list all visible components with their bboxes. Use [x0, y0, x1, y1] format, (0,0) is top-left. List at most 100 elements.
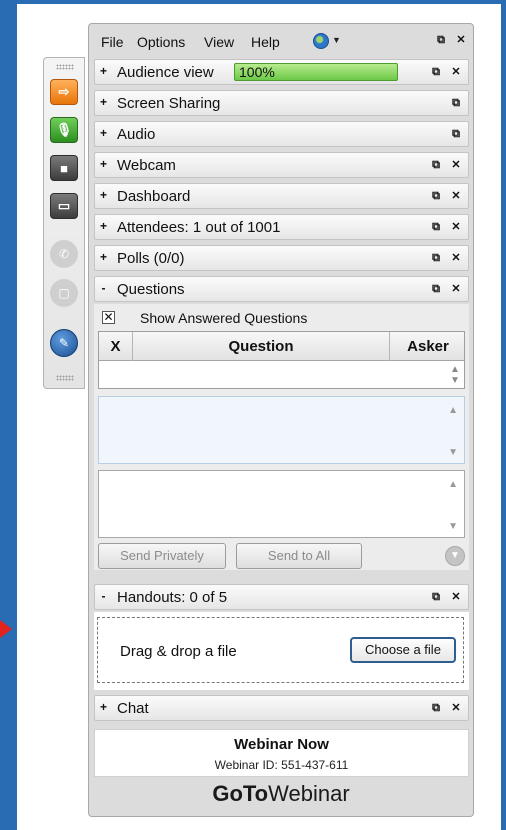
undock-icon[interactable]: ⧉: [430, 66, 442, 78]
handout-dropzone[interactable]: Drag & drop a file Choose a file: [97, 617, 464, 683]
popout-icon[interactable]: ⧉: [435, 34, 447, 46]
section-label: Audience view: [117, 64, 214, 81]
choose-file-button[interactable]: Choose a file: [350, 637, 456, 663]
undock-icon[interactable]: ⧉: [430, 252, 442, 264]
grip-bottom[interactable]: [56, 375, 74, 381]
close-icon[interactable]: ✕: [450, 159, 462, 171]
screen-icon[interactable]: ▭: [50, 193, 78, 219]
brand-logo: GoToWebinar: [89, 781, 473, 807]
column-header-x[interactable]: X: [99, 332, 133, 361]
section-controls: ⧉ ✕: [430, 252, 462, 264]
expand-icon[interactable]: +: [98, 189, 109, 201]
undock-icon[interactable]: ⧉: [430, 702, 442, 714]
microphone-icon[interactable]: 🎙: [50, 117, 78, 143]
expand-icon[interactable]: +: [98, 65, 109, 77]
section-questions[interactable]: - Questions ⧉ ✕: [94, 276, 469, 302]
collapse-icon[interactable]: -: [98, 590, 109, 602]
section-chat[interactable]: + Chat ⧉ ✕: [94, 695, 469, 721]
questions-body: ✕ Show Answered Questions X Question Ask…: [94, 304, 469, 570]
show-answered-checkbox[interactable]: ✕: [102, 311, 115, 324]
close-icon[interactable]: ✕: [450, 66, 462, 78]
answer-input[interactable]: ▲ ▼: [98, 470, 465, 538]
close-icon[interactable]: ✕: [450, 190, 462, 202]
chevron-down-icon[interactable]: ▼: [332, 35, 341, 45]
undock-icon[interactable]: ⧉: [430, 190, 442, 202]
close-icon[interactable]: ✕: [450, 221, 462, 233]
control-panel: File Options View Help ▼ ⧉ ✕ + Audience …: [88, 23, 474, 817]
scroll-down-icon[interactable]: ▼: [448, 447, 458, 458]
column-header-question[interactable]: Question: [133, 332, 390, 361]
section-dashboard[interactable]: + Dashboard ⧉ ✕: [94, 183, 469, 209]
handouts-body: Drag & drop a file Choose a file: [94, 612, 469, 690]
expand-icon[interactable]: +: [98, 96, 109, 108]
send-options-icon[interactable]: ▼: [445, 546, 465, 566]
webcam-icon[interactable]: ■: [50, 155, 78, 181]
send-privately-button[interactable]: Send Privately: [98, 543, 226, 569]
chat-icon[interactable]: ▢: [50, 279, 78, 307]
close-icon[interactable]: ✕: [455, 34, 467, 46]
grip-top[interactable]: [56, 64, 74, 70]
close-icon[interactable]: ✕: [450, 702, 462, 714]
section-controls: ⧉ ✕: [430, 66, 462, 78]
close-icon[interactable]: ✕: [450, 283, 462, 295]
undock-icon[interactable]: ⧉: [430, 591, 442, 603]
section-label: Attendees: 1 out of 1001: [117, 219, 281, 236]
section-label: Handouts: 0 of 5: [117, 589, 228, 606]
grab-tab[interactable]: ⇨ 🎙 ■ ▭ ✆ ▢ ✎: [43, 57, 85, 389]
section-polls[interactable]: + Polls (0/0) ⧉ ✕: [94, 245, 469, 271]
section-label: Audio: [117, 126, 156, 143]
section-audience-view[interactable]: + Audience view 100% ⧉ ✕: [94, 59, 469, 85]
expand-icon[interactable]: +: [98, 251, 109, 263]
expand-icon[interactable]: +: [98, 158, 109, 170]
section-audio[interactable]: + Audio ⧉: [94, 121, 469, 147]
questions-table: X Question Asker ▲ ▼: [98, 331, 465, 389]
section-controls: ⧉ ✕: [430, 591, 462, 603]
undock-icon[interactable]: ⧉: [430, 221, 442, 233]
expand-icon[interactable]: +: [98, 220, 109, 232]
expand-icon[interactable]: +: [98, 701, 109, 713]
menu-view[interactable]: View: [204, 34, 234, 50]
section-controls: ⧉: [450, 128, 462, 140]
menu-help[interactable]: Help: [251, 34, 280, 50]
scroll-down-icon[interactable]: ▼: [448, 521, 458, 532]
scroll-up-icon[interactable]: ▲: [448, 479, 458, 490]
menu-file[interactable]: File: [101, 34, 124, 50]
undock-icon[interactable]: ⧉: [450, 128, 462, 140]
section-label: Polls (0/0): [117, 250, 185, 267]
section-handouts[interactable]: - Handouts: 0 of 5 ⧉ ✕: [94, 584, 469, 610]
progress-text: 100%: [239, 64, 275, 80]
arrow-right-icon[interactable]: ⇨: [50, 79, 78, 105]
section-screen-sharing[interactable]: + Screen Sharing ⧉: [94, 90, 469, 116]
section-label: Questions: [117, 281, 185, 298]
webinar-title: Webinar Now: [234, 736, 329, 753]
answer-display-area[interactable]: ▲ ▼: [98, 396, 465, 464]
brand-part1: GoTo: [212, 781, 269, 806]
send-to-all-button[interactable]: Send to All: [236, 543, 362, 569]
scroll-up-icon[interactable]: ▲: [449, 365, 461, 375]
section-controls: ⧉ ✕: [430, 221, 462, 233]
questions-table-header: X Question Asker: [99, 332, 464, 361]
collapse-icon[interactable]: -: [98, 282, 109, 294]
brand-part2: Webinar: [268, 781, 350, 806]
drawing-tools-icon[interactable]: ✎: [50, 329, 78, 357]
scroll-down-icon[interactable]: ▼: [449, 376, 461, 386]
section-controls: ⧉: [450, 97, 462, 109]
phone-icon[interactable]: ✆: [50, 240, 78, 268]
section-controls: ⧉ ✕: [430, 159, 462, 171]
section-attendees[interactable]: + Attendees: 1 out of 1001 ⧉ ✕: [94, 214, 469, 240]
red-arrow-marker: [0, 620, 12, 638]
column-header-asker[interactable]: Asker: [390, 332, 466, 361]
expand-icon[interactable]: +: [98, 127, 109, 139]
menu-options[interactable]: Options: [137, 34, 185, 50]
undock-icon[interactable]: ⧉: [430, 159, 442, 171]
undock-icon[interactable]: ⧉: [450, 97, 462, 109]
close-icon[interactable]: ✕: [450, 591, 462, 603]
undock-icon[interactable]: ⧉: [430, 283, 442, 295]
drop-label: Drag & drop a file: [120, 643, 237, 660]
globe-icon[interactable]: [313, 33, 329, 49]
scroll-up-icon[interactable]: ▲: [448, 405, 458, 416]
section-webcam[interactable]: + Webcam ⧉ ✕: [94, 152, 469, 178]
close-icon[interactable]: ✕: [450, 252, 462, 264]
audience-view-progress: 100%: [234, 63, 398, 81]
section-label: Webcam: [117, 157, 176, 174]
